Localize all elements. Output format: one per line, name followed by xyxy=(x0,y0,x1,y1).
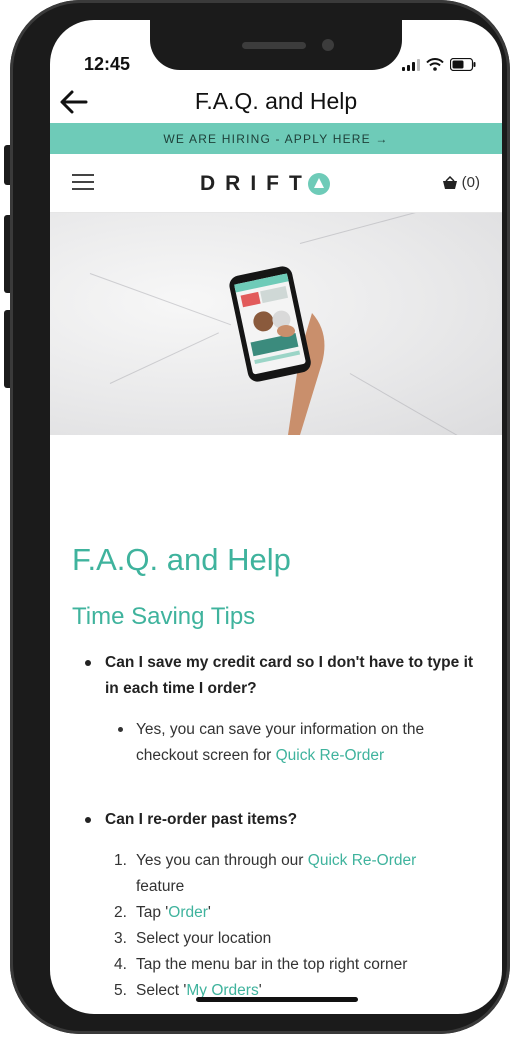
notch xyxy=(150,20,402,70)
step-3: 3. Select your location xyxy=(114,926,476,952)
faq-question-reorder: Can I re-order past items? xyxy=(85,807,475,833)
step-number: 4. xyxy=(114,956,127,973)
phone-frame: 12:45 F.A.Q. and Help WE ARE HIRING - AP… xyxy=(10,0,510,1034)
hiring-banner-link[interactable]: WE ARE HIRING - APPLY HERE → xyxy=(50,123,502,154)
speaker xyxy=(242,42,306,49)
step-number: 3. xyxy=(114,930,127,947)
step-text: Yes you can through our xyxy=(136,852,308,869)
quick-reorder-link[interactable]: Quick Re-Order xyxy=(276,747,385,764)
camera xyxy=(322,39,334,51)
status-time: 12:45 xyxy=(84,54,131,74)
signal-icon xyxy=(402,59,420,71)
step-number: 1. xyxy=(114,852,127,869)
faq-answer-save-card: Yes, you can save your information on th… xyxy=(118,717,476,769)
step-text: feature xyxy=(136,878,185,895)
hamburger-menu-icon[interactable] xyxy=(72,174,94,190)
basket-icon xyxy=(442,175,457,189)
site-header: DRIFT (0) xyxy=(50,154,502,213)
faq-question-save-card: Can I save my credit card so I don't hav… xyxy=(85,650,475,702)
drift-logo[interactable]: DRIFT xyxy=(200,172,330,196)
step-number: 5. xyxy=(114,982,127,999)
logo-text: DRIFT xyxy=(200,172,312,195)
hand-holding-phone-illustration xyxy=(229,266,325,435)
step-text: Tap the menu bar in the top right corner xyxy=(136,956,408,973)
order-link[interactable]: Order xyxy=(168,904,208,921)
step-2: 2. Tap 'Order' xyxy=(114,900,476,926)
step-text: Select your location xyxy=(136,930,272,947)
home-indicator xyxy=(196,997,358,1002)
logo-badge-icon xyxy=(307,173,330,195)
status-bar: 12:45 xyxy=(50,20,502,82)
step-text: Select ' xyxy=(136,982,187,999)
step-4: 4. Tap the menu bar in the top right cor… xyxy=(114,952,476,978)
wifi-icon xyxy=(426,58,444,71)
cart-button[interactable]: (0) xyxy=(442,174,480,191)
step-text: ' xyxy=(207,904,211,921)
phone-screen: 12:45 F.A.Q. and Help WE ARE HIRING - AP… xyxy=(50,20,502,1014)
page-heading: F.A.Q. and Help xyxy=(72,542,291,577)
cart-count: (0) xyxy=(461,174,480,191)
hero-image xyxy=(50,213,502,435)
section-heading: Time Saving Tips xyxy=(72,603,256,630)
battery-icon xyxy=(450,58,476,71)
step-number: 2. xyxy=(114,904,127,921)
step-1: 1. Yes you can through our Quick Re-Orde… xyxy=(114,848,476,900)
nav-title: F.A.Q. and Help xyxy=(194,88,358,114)
step-text: Tap ' xyxy=(136,904,169,921)
quick-reorder-link[interactable]: Quick Re-Order xyxy=(308,852,417,869)
nav-header: F.A.Q. and Help xyxy=(50,82,502,122)
status-icons xyxy=(402,58,476,71)
